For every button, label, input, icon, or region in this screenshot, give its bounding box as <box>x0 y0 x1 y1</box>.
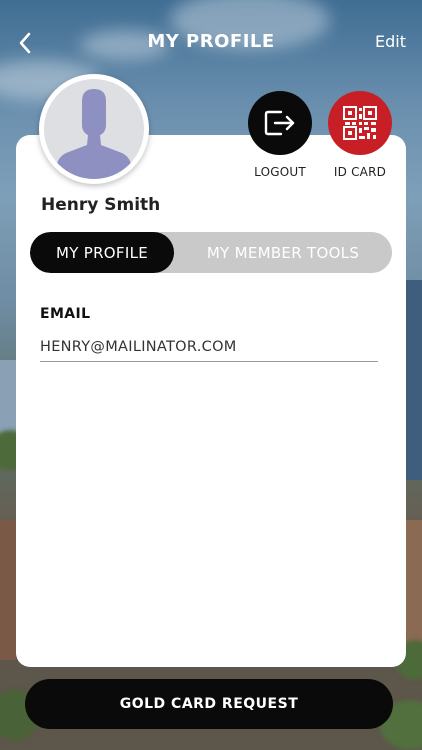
logout-action: LOGOUT <box>240 91 320 179</box>
profile-tabs: MY MEMBER TOOLS MY PROFILE <box>30 232 392 273</box>
id-card-button[interactable] <box>328 91 392 155</box>
header-bar: MY PROFILE Edit <box>0 0 422 84</box>
page-title: MY PROFILE <box>147 31 275 52</box>
logout-button[interactable] <box>248 91 312 155</box>
user-silhouette-icon <box>56 89 132 179</box>
logout-label: LOGOUT <box>254 165 306 179</box>
gold-card-request-button[interactable]: GOLD CARD REQUEST <box>25 679 393 729</box>
email-field[interactable] <box>40 333 378 362</box>
qr-code-icon <box>343 106 377 140</box>
chevron-left-icon <box>19 32 31 54</box>
user-name: Henry Smith <box>41 195 161 215</box>
back-button[interactable] <box>12 30 38 56</box>
id-card-action: ID CARD <box>320 91 400 179</box>
tab-my-profile[interactable]: MY PROFILE <box>30 232 174 273</box>
email-label: EMAIL <box>40 306 91 322</box>
edit-button[interactable]: Edit <box>375 32 406 51</box>
avatar[interactable] <box>39 74 149 184</box>
logout-icon <box>264 110 295 136</box>
tab-my-member-tools[interactable]: MY MEMBER TOOLS <box>174 232 392 273</box>
id-card-label: ID CARD <box>333 165 387 179</box>
